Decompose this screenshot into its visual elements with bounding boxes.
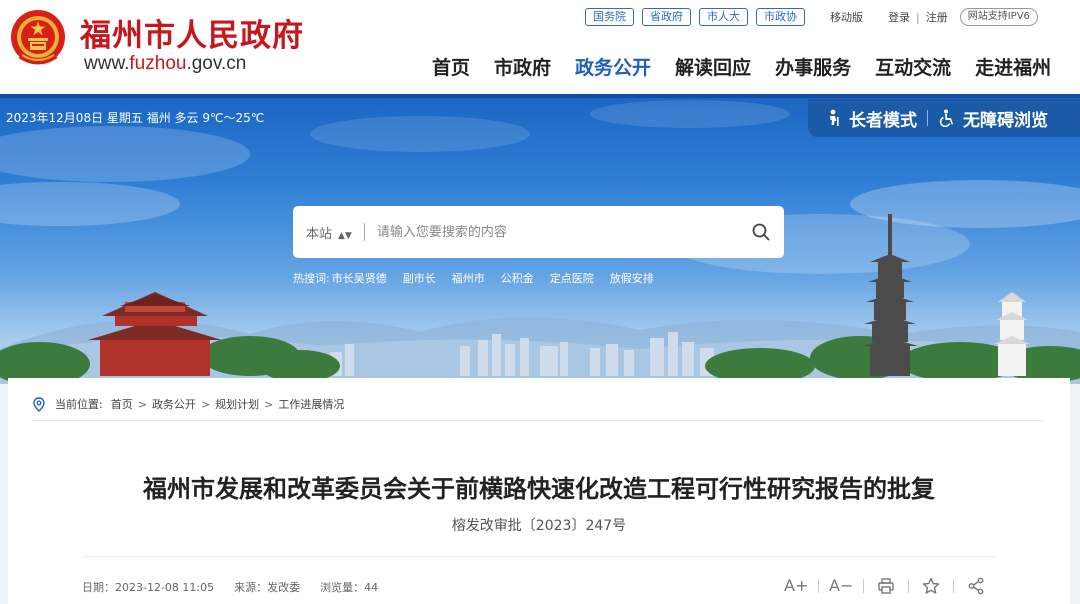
view-count: 浏览量：44: [320, 581, 379, 594]
date-weather: 2023年12月08日 星期五 福州 多云 9℃～25℃: [6, 111, 265, 125]
tool-divider: [908, 578, 909, 593]
share-icon[interactable]: [967, 577, 985, 595]
main-nav: 首页 市政府 政务公开 解读回应 办事服务 互动交流 走进福州: [420, 53, 1063, 80]
link-municipal-congress[interactable]: 市人大: [699, 8, 748, 26]
hot-word-vice-mayor[interactable]: 副市长: [403, 270, 436, 286]
publish-date: 日期：2023-12-08 11:05: [82, 581, 215, 594]
nav-interpretation[interactable]: 解读回应: [675, 53, 751, 80]
site-url: www.fuzhou.gov.cn: [84, 53, 246, 75]
search-divider: [363, 223, 365, 241]
nav-about-fuzhou[interactable]: 走进福州: [975, 53, 1051, 80]
nav-home[interactable]: 首页: [432, 53, 470, 80]
tool-divider: [818, 578, 819, 593]
login-divider: |: [916, 10, 920, 24]
breadcrumb-progress[interactable]: 工作进展情况: [278, 396, 344, 412]
site-name[interactable]: 福州市人民政府: [80, 10, 304, 55]
article-title: 福州市发展和改革委员会关于前横路快速化改造工程可行性研究报告的批复: [143, 475, 935, 503]
hot-search-label: 热搜词:: [293, 272, 330, 285]
link-state-council[interactable]: 国务院: [585, 8, 634, 26]
breadcrumb-separator: >: [200, 397, 211, 411]
breadcrumb-home[interactable]: 首页: [111, 396, 133, 412]
font-increase-button[interactable]: A+: [784, 576, 808, 595]
hot-word-housing-fund[interactable]: 公积金: [501, 270, 534, 286]
register-link[interactable]: 注册: [926, 9, 948, 25]
hot-word-holiday[interactable]: 放假安排: [610, 270, 654, 286]
breadcrumb: 当前位置: 首页 > 政务公开 > 规划计划 > 工作进展情况: [32, 396, 344, 412]
search-scope-select[interactable]: 本站 ▲▼: [306, 223, 352, 242]
nav-gov-affairs[interactable]: 政务公开: [575, 53, 651, 80]
nav-interaction[interactable]: 互动交流: [875, 53, 951, 80]
breadcrumb-label: 当前位置:: [55, 398, 103, 411]
document-number: 榕发改审批〔2023〕247号: [451, 518, 627, 534]
breadcrumb-separator: >: [264, 397, 274, 411]
search-scope-label: 本站: [306, 226, 333, 242]
hero-banner: 2023年12月08日 星期五 福州 多云 9℃～25℃ 长者模式 无障碍浏览 …: [0, 94, 1080, 384]
access-divider: [927, 110, 928, 126]
star-icon[interactable]: [922, 577, 940, 595]
elder-icon: [830, 109, 839, 126]
elder-mode-button[interactable]: 长者模式: [824, 106, 917, 131]
accessible-browse-label: 无障碍浏览: [963, 110, 1048, 131]
accessible-browse-button[interactable]: 无障碍浏览: [938, 106, 1048, 131]
article-meta: 日期：2023-12-08 11:05 来源：发改委 浏览量：44: [82, 579, 398, 595]
nav-municipal-gov[interactable]: 市政府: [494, 53, 551, 80]
hot-word-fuzhou[interactable]: 福州市: [452, 270, 485, 286]
breadcrumb-separator: >: [137, 397, 147, 411]
hot-word-hospital[interactable]: 定点医院: [550, 270, 594, 286]
url-suffix: .gov.cn: [186, 53, 247, 74]
wheelchair-icon: [939, 109, 953, 127]
article-source: 来源：发改委: [234, 581, 301, 594]
breadcrumb-planning[interactable]: 规划计划: [215, 396, 259, 412]
print-icon[interactable]: [877, 577, 895, 595]
url-accent: fuzhou: [129, 53, 187, 74]
hot-search-words: 热搜词: 市长吴贤德 副市长 福州市 公积金 定点医院 放假安排: [293, 270, 670, 286]
tool-divider: [863, 578, 864, 593]
search-icon[interactable]: [751, 222, 771, 242]
hot-word-mayor[interactable]: 市长吴贤德: [332, 270, 387, 286]
breadcrumb-divider: [32, 420, 1044, 421]
search-box: 本站 ▲▼: [293, 206, 784, 258]
link-provincial-gov[interactable]: 省政府: [642, 8, 691, 26]
title-divider: [82, 556, 996, 557]
national-emblem-icon[interactable]: [8, 8, 68, 70]
sort-arrows-icon: ▲▼: [338, 230, 352, 241]
mobile-version-link[interactable]: 移动版: [830, 9, 863, 25]
breadcrumb-gov-affairs[interactable]: 政务公开: [152, 396, 196, 412]
search-input[interactable]: [376, 224, 737, 240]
article-tools: A+ A−: [784, 576, 988, 595]
url-prefix: www.: [84, 53, 130, 74]
article-panel: 当前位置: 首页 > 政务公开 > 规划计划 > 工作进展情况 福州市发展和改革…: [8, 378, 1070, 604]
top-links: 国务院 省政府 市人大 市政协 移动版 登录 | 注册 网站支持IPV6: [585, 7, 1038, 27]
location-pin-icon: [33, 396, 45, 412]
accessibility-bar: 长者模式 无障碍浏览: [808, 99, 1080, 137]
nav-services[interactable]: 办事服务: [775, 53, 851, 80]
ipv6-badge: 网站支持IPV6: [959, 8, 1038, 26]
tool-divider: [953, 578, 954, 593]
elder-mode-label: 长者模式: [849, 110, 917, 131]
font-decrease-button[interactable]: A−: [829, 576, 853, 595]
site-header: 福州市人民政府 www.fuzhou.gov.cn 国务院 省政府 市人大 市政…: [0, 0, 1080, 94]
login-link[interactable]: 登录: [888, 9, 910, 25]
link-cppcc[interactable]: 市政协: [756, 8, 805, 26]
